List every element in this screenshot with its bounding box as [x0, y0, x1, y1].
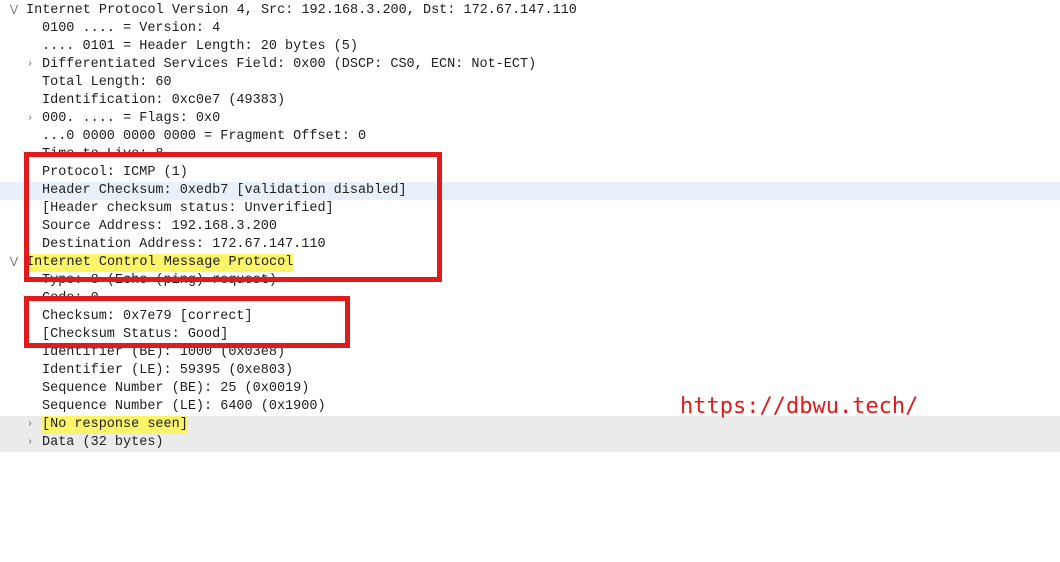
tree-row[interactable]: Time to Live: 8 — [0, 146, 1060, 164]
tree-row[interactable]: Identifier (LE): 59395 (0xe803) — [0, 362, 1060, 380]
tree-row[interactable]: Code: 0 — [0, 290, 1060, 308]
tree-row-text: Data (32 bytes) — [42, 434, 164, 452]
tree-row[interactable]: Header Checksum: 0xedb7 [validation disa… — [0, 182, 1060, 200]
tree-row-text: Sequence Number (LE): 6400 (0x1900) — [42, 398, 326, 416]
tree-row-text: ...0 0000 0000 0000 = Fragment Offset: 0 — [42, 128, 366, 146]
watermark-text: https://dbwu.tech/ — [680, 398, 918, 416]
tree-row-text: Identifier (LE): 59395 (0xe803) — [42, 362, 293, 380]
tree-row-text: [Header checksum status: Unverified] — [42, 200, 334, 218]
tree-row-text: Total Length: 60 — [42, 74, 172, 92]
tree-row-text: Identification: 0xc0e7 (49383) — [42, 92, 285, 110]
tree-row[interactable]: ...0 0000 0000 0000 = Fragment Offset: 0 — [0, 128, 1060, 146]
tree-row-text: Code: 0 — [42, 290, 99, 308]
tree-row[interactable]: Type: 8 (Echo (ping) request) — [0, 272, 1060, 290]
tree-row[interactable]: › 000. .... = Flags: 0x0 — [0, 110, 1060, 128]
chevron-right-icon[interactable]: › — [24, 110, 36, 128]
tree-row-text: Source Address: 192.168.3.200 — [42, 218, 277, 236]
tree-row-text: Checksum: 0x7e79 [correct] — [42, 308, 253, 326]
tree-row[interactable]: Total Length: 60 — [0, 74, 1060, 92]
chevron-right-icon[interactable]: › — [24, 434, 36, 452]
tree-row-text: Type: 8 (Echo (ping) request) — [42, 272, 277, 290]
tree-row-text: [No response seen] — [42, 416, 188, 434]
chevron-right-icon[interactable]: › — [24, 56, 36, 74]
tree-row[interactable]: › Data (32 bytes) — [0, 434, 1060, 452]
tree-row[interactable]: [Header checksum status: Unverified] — [0, 200, 1060, 218]
tree-row-text: Header Checksum: 0xedb7 [validation disa… — [42, 182, 407, 200]
tree-row[interactable]: 0100 .... = Version: 4 — [0, 20, 1060, 38]
tree-row-text: Protocol: ICMP (1) — [42, 164, 188, 182]
tree-row[interactable]: › Differentiated Services Field: 0x00 (DS… — [0, 56, 1060, 74]
tree-row[interactable]: ⋁ Internet Control Message Protocol — [0, 254, 1060, 272]
chevron-down-icon[interactable]: ⋁ — [8, 254, 20, 272]
tree-row-text: 000. .... = Flags: 0x0 — [42, 110, 220, 128]
tree-row-text: Internet Protocol Version 4, Src: 192.16… — [26, 2, 577, 20]
tree-row-text: Differentiated Services Field: 0x00 (DSC… — [42, 56, 536, 74]
chevron-down-icon[interactable]: ⋁ — [8, 2, 20, 20]
tree-row-text: [Checksum Status: Good] — [42, 326, 228, 344]
tree-row[interactable]: ⋁ Internet Protocol Version 4, Src: 192.1… — [0, 2, 1060, 20]
tree-row[interactable]: Source Address: 192.168.3.200 — [0, 218, 1060, 236]
packet-details-tree: ⋁ Internet Protocol Version 4, Src: 192.1… — [0, 0, 1060, 452]
tree-row-text: 0100 .... = Version: 4 — [42, 20, 220, 38]
tree-row-text: Identifier (BE): 1000 (0x03e8) — [42, 344, 285, 362]
tree-row[interactable]: Protocol: ICMP (1) — [0, 164, 1060, 182]
tree-row-text: Time to Live: 8 — [42, 146, 164, 164]
tree-row[interactable]: [Checksum Status: Good] — [0, 326, 1060, 344]
tree-row-text: .... 0101 = Header Length: 20 bytes (5) — [42, 38, 358, 56]
tree-row[interactable]: Identifier (BE): 1000 (0x03e8) — [0, 344, 1060, 362]
tree-row[interactable]: Identification: 0xc0e7 (49383) — [0, 92, 1060, 110]
tree-row[interactable]: .... 0101 = Header Length: 20 bytes (5) — [0, 38, 1060, 56]
tree-row-text: Internet Control Message Protocol — [26, 254, 293, 272]
tree-row[interactable]: Destination Address: 172.67.147.110 — [0, 236, 1060, 254]
tree-row-text: Destination Address: 172.67.147.110 — [42, 236, 326, 254]
tree-row[interactable]: Checksum: 0x7e79 [correct] — [0, 308, 1060, 326]
tree-row-text: Sequence Number (BE): 25 (0x0019) — [42, 380, 309, 398]
chevron-right-icon[interactable]: › — [24, 416, 36, 434]
